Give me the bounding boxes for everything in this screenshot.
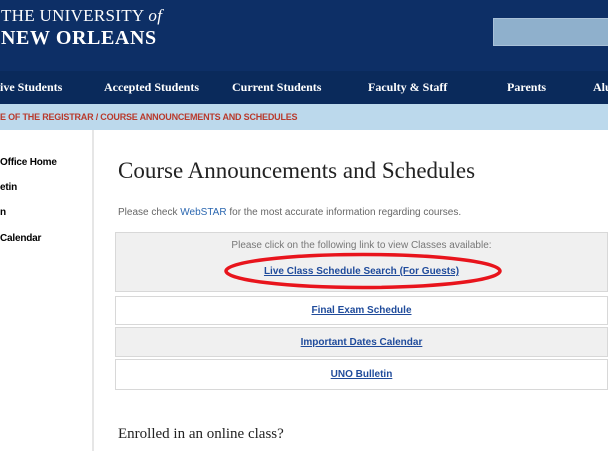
main-nav: ive Students Accepted Students Current S… (0, 71, 608, 104)
box-note: Please click on the following link to vi… (231, 240, 492, 251)
university-logo-line1[interactable]: THE UNIVERSITY of (1, 7, 162, 25)
uno-bulletin-box: UNO Bulletin (115, 359, 608, 390)
nav-prospective-students[interactable]: ive Students (0, 71, 62, 104)
university-logo-line2[interactable]: NEW ORLEANS (1, 27, 157, 49)
sidebar-item-calendar[interactable]: Calendar (0, 233, 41, 244)
site-header: THE UNIVERSITY of NEW ORLEANS (0, 0, 608, 71)
important-dates-box: Important Dates Calendar (115, 327, 608, 357)
sidebar-item-3[interactable]: n (0, 207, 6, 218)
breadcrumb-text[interactable]: E OF THE REGISTRAR / COURSE ANNOUNCEMENT… (0, 104, 298, 130)
important-dates-link[interactable]: Important Dates Calendar (116, 328, 607, 356)
nav-current-students[interactable]: Current Students (232, 71, 321, 104)
nav-alumni[interactable]: Alu (593, 71, 608, 104)
intro-text: Please check WebSTAR for the most accura… (118, 207, 462, 218)
highlight-ellipse (224, 252, 502, 290)
breadcrumb: E OF THE REGISTRAR / COURSE ANNOUNCEMENT… (0, 104, 608, 130)
final-exam-schedule-link[interactable]: Final Exam Schedule (116, 297, 607, 324)
nav-faculty-staff[interactable]: Faculty & Staff (368, 71, 447, 104)
online-class-heading: Enrolled in an online class? (118, 426, 284, 442)
nav-accepted-students[interactable]: Accepted Students (104, 71, 199, 104)
nav-parents[interactable]: Parents (507, 71, 546, 104)
final-exam-box: Final Exam Schedule (115, 296, 608, 325)
sidebar-item-bulletin[interactable]: etin (0, 182, 17, 193)
sidebar: Office Home etin n Calendar (0, 130, 94, 451)
sidebar-item-registrar-home[interactable]: Office Home (0, 157, 57, 168)
search-input[interactable] (493, 18, 608, 46)
webstar-link[interactable]: WebSTAR (180, 207, 226, 218)
uno-bulletin-link[interactable]: UNO Bulletin (116, 360, 607, 389)
page-title: Course Announcements and Schedules (118, 158, 476, 183)
